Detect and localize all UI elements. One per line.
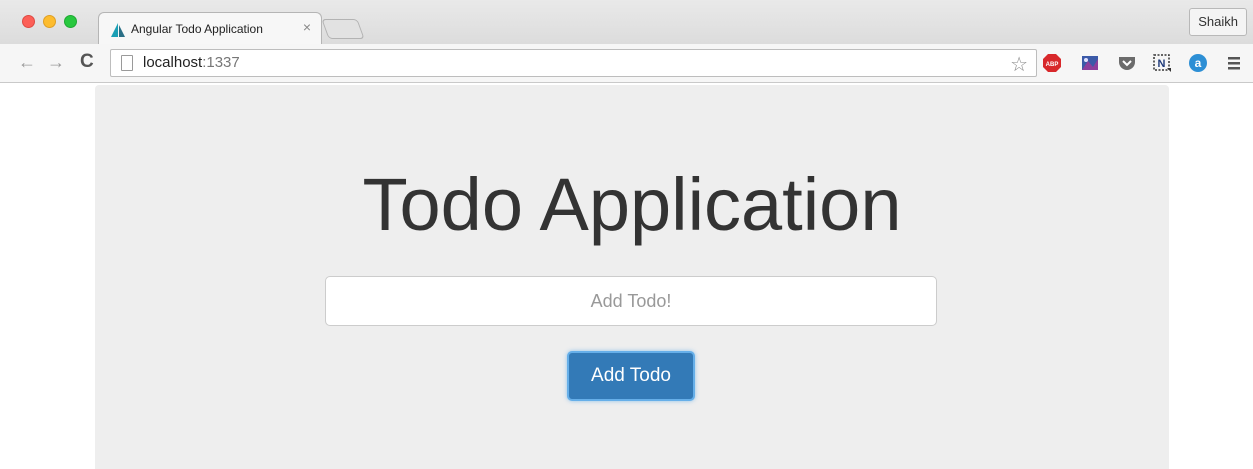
new-tab-button[interactable] [321,19,365,39]
url-text: localhost:1337 [143,54,240,71]
adblock-plus-icon[interactable]: ABP [1042,53,1062,73]
tab-title: Angular Todo Application [131,22,263,36]
pocket-icon[interactable] [1117,53,1137,73]
svg-text:ABP: ABP [1046,62,1059,68]
page-title: Todo Application [362,163,902,246]
url-port: :1337 [202,54,240,71]
reload-icon[interactable]: C [80,51,94,73]
browser-tab-active[interactable]: Angular Todo Application × [98,12,322,46]
tab-strip: Angular Todo Application × Shaikh [0,0,1253,46]
back-arrow-icon[interactable]: ← [18,51,36,73]
profile-button[interactable]: Shaikh [1189,8,1247,36]
page-viewport: Todo Application Add Todo [0,83,1253,469]
page-icon [121,55,133,71]
hamburger-menu-icon[interactable] [1224,53,1244,73]
address-bar[interactable]: localhost:1337 ☆ [110,49,1037,77]
jumbotron: Todo Application Add Todo [95,85,1169,469]
svg-text:a: a [1195,56,1202,70]
add-todo-input[interactable] [325,276,937,326]
add-todo-button[interactable]: Add Todo [567,351,695,401]
tab-close-icon[interactable]: × [303,19,311,35]
close-window-button[interactable] [22,15,35,28]
maximize-window-button[interactable] [64,15,77,28]
notion-clipper-icon[interactable]: N [1152,53,1172,73]
bookmark-star-icon[interactable]: ☆ [1010,52,1028,77]
svg-text:N: N [1158,58,1166,70]
forward-arrow-icon[interactable]: → [47,51,65,73]
browser-window: Angular Todo Application × Shaikh ← → C … [0,0,1253,469]
angular-favicon-icon [111,23,125,37]
at-sign-icon[interactable]: a [1188,53,1208,73]
browser-toolbar: ← → C localhost:1337 ☆ ABP N a [0,44,1253,83]
minimize-window-button[interactable] [43,15,56,28]
image-extension-icon[interactable] [1080,53,1100,73]
url-host: localhost [143,54,203,71]
